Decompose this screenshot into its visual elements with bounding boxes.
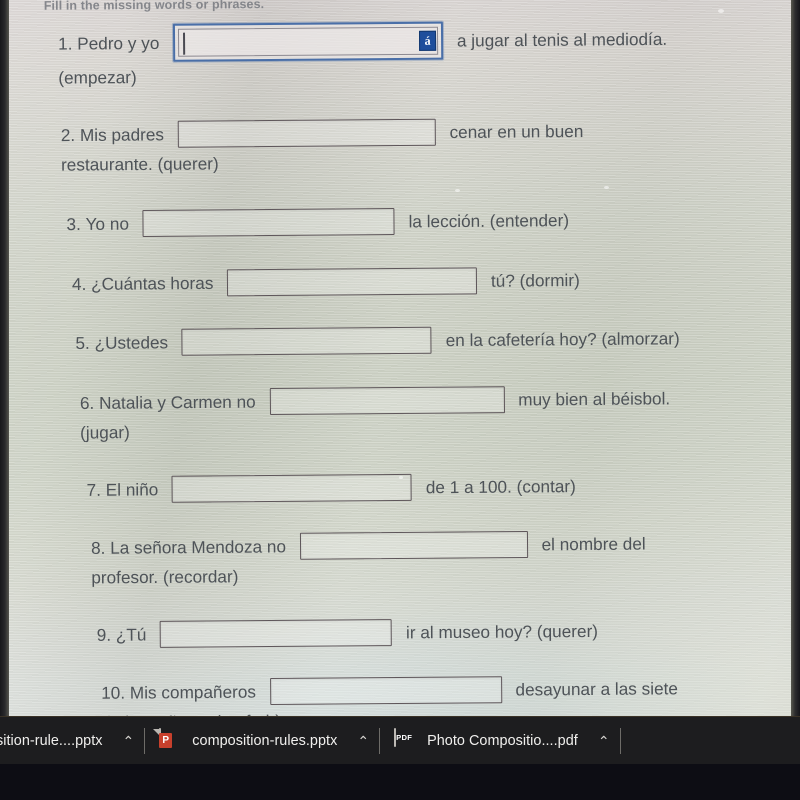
- question-number-7: 7.: [86, 480, 102, 501]
- answer-input-6[interactable]: [269, 385, 505, 415]
- question-number-4: 4.: [71, 273, 87, 294]
- question-item-9: 9. ¿Tú ir al museo hoy? (querer): [97, 613, 800, 650]
- download-bar: sition-rule....pptx ⌃ P composition-rule…: [0, 716, 800, 764]
- question-item-6: 6. Natalia y Carmen no muy bien al béisb…: [80, 381, 800, 448]
- download-item-label-2: composition-rules.pptx: [192, 732, 338, 749]
- download-separator-3: [619, 727, 621, 754]
- question-text-before-4: ¿Cuántas horas: [91, 272, 214, 294]
- chevron-up-icon[interactable]: ⌃: [357, 734, 369, 748]
- question-number-3: 3.: [66, 214, 81, 235]
- answer-input-2[interactable]: [177, 118, 436, 148]
- question-number-1: 1.: [58, 33, 73, 54]
- question-text-before-8: La señora Mendoza no: [110, 536, 287, 558]
- chevron-up-icon[interactable]: ⌃: [123, 734, 135, 748]
- question-text-after-10: desayunar a las siete: [515, 677, 679, 700]
- question-text-before-2: Mis padres: [79, 124, 165, 145]
- question-text-after-5: en la cafetería hoy? (almorzar): [445, 328, 680, 351]
- question-number-9: 9.: [96, 624, 112, 646]
- question-text-before-1: Pedro y yo: [77, 32, 160, 54]
- answer-input-4[interactable]: [227, 267, 478, 297]
- answer-input-9[interactable]: [160, 619, 393, 649]
- question-text-after-9: ir al museo hoy? (querer): [405, 621, 599, 643]
- question-text-after-2: cenar en un buen: [449, 121, 584, 143]
- download-item-2[interactable]: P composition-rules.pptx ⌃: [145, 717, 379, 765]
- question-text-before-5: ¿Ustedes: [94, 332, 169, 354]
- question-text-after-7: de 1 a 100. (contar): [425, 476, 576, 498]
- pdf-file-icon: PDF: [394, 727, 416, 753]
- question-number-8: 8.: [90, 537, 106, 558]
- answer-input-10[interactable]: [269, 675, 502, 705]
- text-caret: [183, 32, 185, 55]
- question-number-2: 2.: [60, 125, 76, 146]
- question-text-after-3: la lección. (entender): [408, 210, 570, 232]
- answer-input-5[interactable]: [181, 327, 433, 357]
- chevron-up-icon[interactable]: ⌃: [598, 734, 610, 748]
- answer-input-3[interactable]: [142, 208, 395, 238]
- download-item-3[interactable]: PDF Photo Compositio....pdf ⌃: [380, 717, 619, 765]
- accent-character-button[interactable]: á: [419, 30, 437, 51]
- answer-input-7[interactable]: [171, 474, 413, 504]
- download-item-1[interactable]: sition-rule....pptx ⌃: [0, 717, 144, 765]
- pptx-file-icon: P: [159, 727, 181, 753]
- question-item-4: 4. ¿Cuántas horas tú? (dormir): [72, 262, 800, 299]
- question-item-2: 2. Mis padres cenar en un buen restauran…: [61, 113, 799, 180]
- answer-input-1[interactable]: á: [173, 21, 444, 62]
- question-wrap-6: (jugar): [80, 422, 130, 443]
- question-number-6: 6.: [79, 392, 95, 413]
- answer-input-inner-frame-1: [178, 26, 439, 57]
- question-item-1: 1. Pedro y yo á a jugar al tenis al medi…: [58, 19, 799, 93]
- question-text-after-4: tú? (dormir): [490, 269, 580, 291]
- question-text-before-3: Yo no: [85, 214, 130, 235]
- question-text-after-8: el nombre del: [541, 533, 646, 555]
- question-text-after-1: a jugar al tenis al mediodía.: [456, 28, 668, 51]
- screenshot-root: Fill in the missing words or phrases. 1.…: [0, 0, 800, 800]
- worksheet-instruction: Fill in the missing words or phrases.: [43, 0, 265, 13]
- question-number-10: 10.: [101, 682, 126, 703]
- worksheet-content: Fill in the missing words or phrases. 1.…: [0, 0, 800, 732]
- question-wrap-1: (empezar): [58, 67, 137, 88]
- question-text-before-9: ¿Tú: [115, 624, 147, 645]
- question-item-7: 7. El niño de 1 a 100. (contar): [86, 468, 800, 505]
- download-item-label-1: sition-rule....pptx: [0, 732, 103, 749]
- question-text-before-6: Natalia y Carmen no: [98, 391, 256, 413]
- question-item-8: 8. La señora Mendoza no el nombre del pr…: [91, 526, 800, 593]
- question-wrap-8: profesor. (recordar): [91, 566, 239, 588]
- answer-input-8[interactable]: [299, 530, 528, 560]
- question-number-5: 5.: [75, 333, 90, 354]
- question-text-before-10: Mis compañeros: [129, 681, 257, 703]
- question-item-5: 5. ¿Ustedes en la cafetería hoy? (almorz…: [75, 321, 800, 358]
- screen-bottom-area: [0, 764, 800, 800]
- question-text-before-7: El niño: [105, 479, 159, 501]
- question-list: 1. Pedro y yo á a jugar al tenis al medi…: [0, 19, 800, 738]
- question-wrap-2: restaurante. (querer): [60, 153, 219, 176]
- download-item-label-3: Photo Compositio....pdf: [427, 732, 578, 749]
- pptx-badge-label: P: [159, 732, 173, 748]
- question-item-3: 3. Yo no la lección. (entender): [66, 202, 799, 239]
- question-text-after-6: muy bien al béisbol.: [518, 388, 671, 410]
